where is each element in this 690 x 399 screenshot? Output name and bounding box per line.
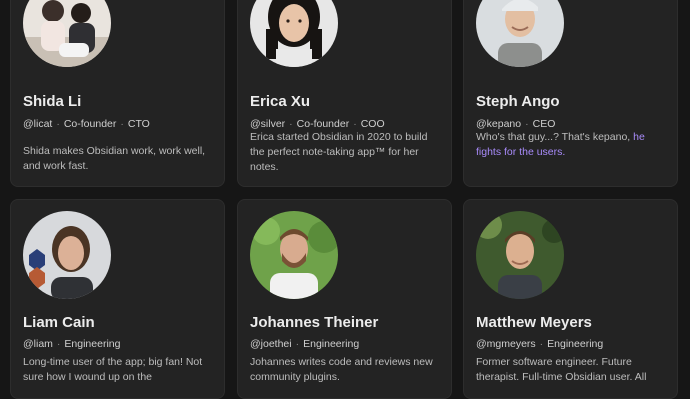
member-meta: @mgmeyers · Engineering <box>476 338 604 350</box>
man-cap-avatar <box>476 0 564 67</box>
member-name: Shida Li <box>23 93 82 110</box>
member-name: Erica Xu <box>250 93 311 110</box>
member-meta: @liam · Engineering <box>23 338 121 350</box>
member-handle: @joethei <box>250 338 292 350</box>
team-card: Johannes Theiner @joethei · Engineering Jo… <box>237 199 452 399</box>
man-beard-avatar <box>250 211 338 299</box>
member-name: Liam Cain <box>23 314 95 331</box>
team-card: Shida Li @licat · Co-founder · CTO Shida mak… <box>10 0 225 187</box>
member-bio: Who's that guy...? That's kepano, he fig… <box>476 130 670 160</box>
member-meta: @silver · Co-founder · COO <box>250 118 385 130</box>
member-handle: @kepano <box>476 118 522 130</box>
member-name: Steph Ango <box>476 93 560 110</box>
member-bio: Shida makes Obsidian work, work well, an… <box>23 145 206 172</box>
member-handle: @silver <box>250 118 286 130</box>
member-name: Matthew Meyers <box>476 314 592 331</box>
member-title: COO <box>360 118 385 130</box>
team-card: Liam Cain @liam · Engineering Long-time us… <box>10 199 225 399</box>
member-meta: @kepano · CEO <box>476 118 556 130</box>
team-card: Matthew Meyers @mgmeyers · Engineering For… <box>463 199 678 399</box>
man-long-hair-avatar <box>23 211 111 299</box>
member-bio: Former software engineer. Future therapi… <box>476 356 647 383</box>
man-smile-avatar <box>476 211 564 299</box>
member-role: Engineering <box>547 338 604 350</box>
member-role: Engineering <box>303 338 360 350</box>
member-bio: Johannes writes code and reviews new com… <box>250 356 433 383</box>
member-bio-text: Who's that guy...? That's kepano, <box>476 131 631 143</box>
team-card: Steph Ango @kepano · CEO Who's that guy...… <box>463 0 678 187</box>
member-role: Co-founder <box>63 118 117 130</box>
woman-portrait-avatar <box>250 0 338 67</box>
member-name: Johannes Theiner <box>250 314 379 331</box>
member-role: Co-founder <box>296 118 350 130</box>
member-meta: @licat · Co-founder · CTO <box>23 118 150 130</box>
team-card: Erica Xu @silver · Co-founder · COO Erica st… <box>237 0 452 187</box>
member-bio: Erica started Obsidian in 2020 to build … <box>250 131 428 173</box>
member-role: Engineering <box>64 338 121 350</box>
member-title: CTO <box>127 118 150 130</box>
member-handle: @liam <box>23 338 53 350</box>
member-title: CEO <box>532 118 556 130</box>
member-meta: @joethei · Engineering <box>250 338 360 350</box>
member-bio: Long-time user of the app; big fan! Not … <box>23 356 203 383</box>
family-photo-avatar <box>23 0 111 67</box>
team-grid: Shida Li @licat · Co-founder · CTO Shida mak… <box>0 0 690 399</box>
member-handle: @licat <box>23 118 53 130</box>
member-handle: @mgmeyers <box>476 338 536 350</box>
